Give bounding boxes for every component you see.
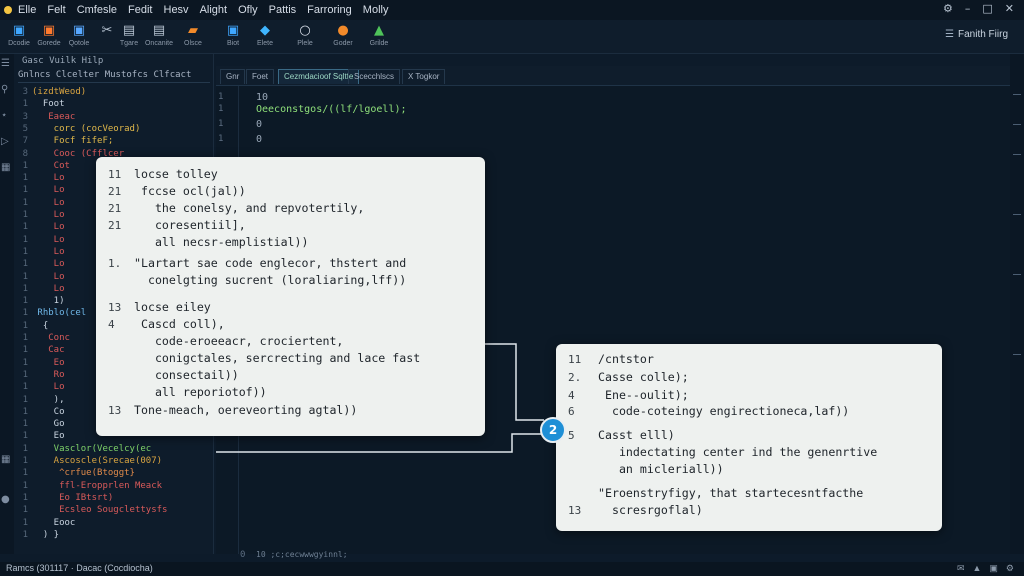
panel-code-line: code-coteingy engirectioneca,laf)) xyxy=(598,404,850,418)
panel-code-line: scresrgoflal) xyxy=(598,503,703,517)
code-callout-left: 11 locse tolley 21 fccse ocl(jal)) 21 the c… xyxy=(96,157,485,436)
step-badge[interactable]: 2 xyxy=(540,417,566,443)
panel-line-number: 21 xyxy=(108,185,122,198)
panel-line-number: 21 xyxy=(108,219,122,232)
status-icon[interactable]: ⚙ xyxy=(1006,563,1014,574)
panel-code-line: "Lartart sae code englecor, thstert and xyxy=(134,256,407,270)
panel-code-line: "Eroenstryfigy, that startecesntfacthe xyxy=(598,486,864,500)
connector-line-top xyxy=(484,343,544,421)
connector-line-bottom xyxy=(216,433,544,453)
panel-line-number: 4 xyxy=(568,389,575,402)
panel-code-line: Casse colle); xyxy=(598,370,689,384)
panel-code-line: fccse ocl(jal)) xyxy=(134,184,246,198)
panel-code-line: consectail)) xyxy=(134,368,239,382)
panel-line-number: 2. xyxy=(568,371,582,384)
panel-line-number: 13 xyxy=(108,404,122,417)
panel-line-number: 13 xyxy=(108,301,122,314)
panel-code-line: /cntstor xyxy=(598,352,654,366)
panel-code-line: coresentiil], xyxy=(134,218,246,232)
status-icons: ✉ ▲ ▣ ⚙ xyxy=(957,563,1014,574)
panel-line-number: 4 xyxy=(108,318,115,331)
panel-code-line: all necsr-emplistial)) xyxy=(134,235,309,249)
panel-code-line: Cascd coll), xyxy=(134,317,225,331)
panel-code-line: the conelsy, and repvotertily, xyxy=(134,201,365,215)
status-bar: Ramcs (301117 · Dacac (Cocdiocha) ✉ ▲ ▣ ⚙ xyxy=(0,562,1024,576)
status-icon[interactable]: ✉ xyxy=(957,563,965,574)
panel-line-number: 11 xyxy=(108,168,122,181)
panel-code-line: indectating center ind the genenrtive xyxy=(598,445,878,459)
panel-code-line: all reporiotof)) xyxy=(134,385,267,399)
panel-line-number: 21 xyxy=(108,202,122,215)
status-text: Ramcs (301117 · Dacac (Cocdiocha) xyxy=(6,563,153,573)
panel-code-line: code-eroeeacr, crociertent, xyxy=(134,334,344,348)
panel-code-line: an micleriall)) xyxy=(598,462,724,476)
panel-code-line: conelgting sucrent (loraliaring,lff)) xyxy=(134,273,407,287)
panel-code-line: locse eiley xyxy=(134,300,211,314)
code-callout-right: 11/cntstor 2. Casse colle); 4 Ene--oulit); 6… xyxy=(556,344,942,531)
panel-line-number: 13 xyxy=(568,504,582,517)
panel-line-number: 1. xyxy=(108,257,122,270)
panel-code-line: Casst elll) xyxy=(598,428,675,442)
panel-code-line: Tone-meach, oereveorting agtal)) xyxy=(134,403,358,417)
panel-code-line: conigctales, sercrecting and lace fast xyxy=(134,351,421,365)
panel-line-number: 5 xyxy=(568,429,575,442)
panel-line-number: 6 xyxy=(568,405,575,418)
panel-line-number: 11 xyxy=(568,353,582,366)
status-icon[interactable]: ▣ xyxy=(989,563,998,574)
panel-code-line: locse tolley xyxy=(134,167,218,181)
status-icon[interactable]: ▲ xyxy=(972,563,981,574)
panel-code-line: Ene--oulit); xyxy=(598,388,689,402)
